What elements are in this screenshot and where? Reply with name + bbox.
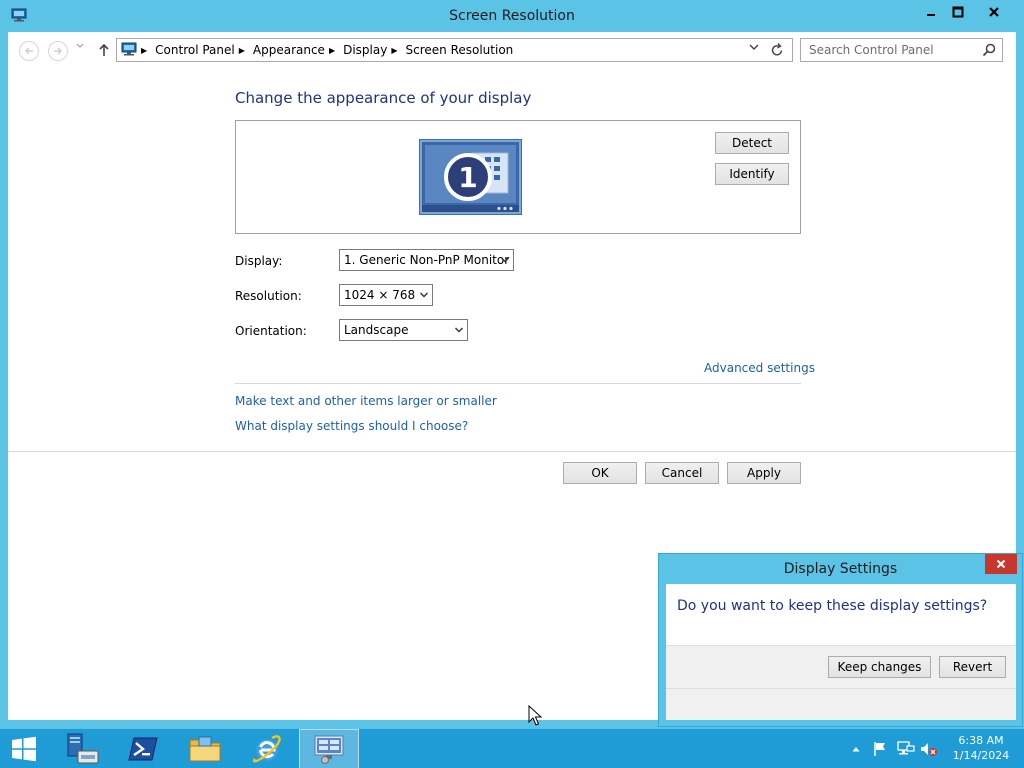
ok-button[interactable]: OK bbox=[563, 462, 637, 484]
resolution-label: Resolution: bbox=[235, 289, 302, 303]
dialog-body: Do you want to keep these display settin… bbox=[666, 584, 1016, 720]
taskbar-powershell[interactable] bbox=[113, 729, 173, 768]
display-help-link[interactable]: What display settings should I choose? bbox=[235, 419, 468, 433]
revert-button[interactable]: Revert bbox=[939, 656, 1006, 678]
breadcrumb: ▶ Control Panel ▶ Appearance ▶ Display ▶… bbox=[141, 43, 513, 57]
display-select-value: 1. Generic Non-PnP Monitor bbox=[344, 253, 510, 267]
network-icon bbox=[897, 741, 915, 755]
display-select[interactable]: 1. Generic Non-PnP Monitor bbox=[339, 249, 514, 271]
monitor-1-icon[interactable]: 1 bbox=[419, 139, 522, 215]
monitor-number: 1 bbox=[458, 161, 477, 194]
forward-button[interactable] bbox=[48, 41, 68, 61]
divider bbox=[666, 688, 1016, 689]
minimize-icon bbox=[927, 14, 935, 16]
up-button[interactable] bbox=[96, 41, 112, 59]
breadcrumb-appearance[interactable]: Appearance bbox=[253, 43, 325, 57]
page-title: Change the appearance of your display bbox=[235, 89, 532, 107]
detect-button[interactable]: Detect bbox=[715, 132, 789, 154]
taskbar-server-manager[interactable] bbox=[52, 729, 112, 768]
chevron-up-icon bbox=[852, 747, 860, 752]
powershell-icon bbox=[128, 737, 158, 761]
clock-date: 1/14/2024 bbox=[952, 749, 1010, 762]
breadcrumb-display[interactable]: Display bbox=[343, 43, 387, 57]
control-panel-icon bbox=[121, 42, 137, 56]
dropdown-icon bbox=[749, 44, 759, 50]
display-label: Display: bbox=[235, 254, 283, 268]
breadcrumb-screen-resolution[interactable]: Screen Resolution bbox=[406, 43, 514, 57]
maximize-icon bbox=[952, 6, 963, 18]
taskbar-internet-explorer[interactable] bbox=[237, 729, 297, 768]
taskbar-file-explorer[interactable] bbox=[175, 729, 235, 768]
orientation-select[interactable]: Landscape bbox=[339, 319, 468, 341]
taskbar-clock[interactable]: 6:38 AM 1/14/2024 bbox=[946, 733, 1016, 763]
address-history-button[interactable] bbox=[749, 43, 759, 54]
mouse-cursor-icon bbox=[528, 705, 542, 726]
minimize-button[interactable] bbox=[918, 1, 944, 23]
close-button[interactable] bbox=[971, 1, 1016, 23]
dialog-close-button[interactable] bbox=[985, 554, 1017, 574]
up-arrow-icon bbox=[99, 43, 109, 56]
breadcrumb-control-panel[interactable]: Control Panel bbox=[155, 43, 235, 57]
window-title: Screen Resolution bbox=[449, 8, 575, 24]
maximize-button[interactable] bbox=[944, 1, 971, 23]
volume-button[interactable] bbox=[920, 729, 938, 768]
breadcrumb-separator-icon[interactable]: ▶ bbox=[329, 46, 335, 55]
search-box[interactable]: Search Control Panel bbox=[800, 38, 1003, 62]
refresh-icon bbox=[771, 43, 783, 56]
breadcrumb-separator-icon[interactable]: ▶ bbox=[239, 46, 245, 55]
monitor-arrangement-panel: 1 Detect Identify bbox=[235, 120, 801, 234]
taskbar: 6:38 AM 1/14/2024 bbox=[0, 728, 1024, 768]
orientation-select-value: Landscape bbox=[344, 323, 409, 337]
back-button[interactable] bbox=[19, 41, 39, 61]
show-hidden-icons-button[interactable] bbox=[852, 729, 860, 768]
clock-time: 6:38 AM bbox=[958, 734, 1004, 747]
apply-button[interactable]: Apply bbox=[727, 462, 801, 484]
forward-arrow-icon bbox=[54, 47, 63, 55]
close-icon bbox=[988, 7, 999, 17]
search-icon[interactable] bbox=[981, 42, 997, 58]
flag-icon bbox=[874, 742, 885, 756]
resolution-select[interactable]: 1024 × 768 bbox=[339, 284, 433, 306]
file-explorer-icon bbox=[189, 736, 221, 762]
close-icon bbox=[996, 559, 1006, 569]
dialog-message: Do you want to keep these display settin… bbox=[677, 598, 988, 614]
dialog-title: Display Settings bbox=[783, 561, 898, 577]
identify-button[interactable]: Identify bbox=[715, 163, 789, 185]
navigation-bar: ▶ Control Panel ▶ Appearance ▶ Display ▶… bbox=[8, 32, 1016, 68]
start-button[interactable] bbox=[0, 729, 48, 768]
refresh-button[interactable] bbox=[770, 42, 784, 58]
divider bbox=[8, 451, 1016, 452]
divider bbox=[235, 383, 801, 384]
display-settings-dialog: Display Settings Do you want to keep the… bbox=[658, 553, 1023, 727]
title-bar[interactable]: Screen Resolution bbox=[0, 0, 1024, 32]
start-icon bbox=[12, 736, 36, 762]
internet-explorer-icon bbox=[252, 735, 281, 763]
advanced-settings-link[interactable]: Advanced settings bbox=[704, 361, 815, 375]
action-center-button[interactable] bbox=[872, 729, 888, 768]
speaker-muted-icon bbox=[921, 743, 937, 756]
display-settings-icon bbox=[314, 735, 344, 764]
chevron-down-icon bbox=[501, 257, 509, 263]
keep-changes-button[interactable]: Keep changes bbox=[828, 656, 931, 678]
chevron-down-icon bbox=[76, 43, 84, 48]
breadcrumb-separator-icon[interactable]: ▶ bbox=[141, 46, 147, 55]
chevron-down-icon bbox=[420, 292, 428, 298]
back-arrow-icon bbox=[24, 47, 33, 55]
taskbar-display-settings[interactable] bbox=[299, 729, 359, 768]
recent-locations-button[interactable] bbox=[76, 42, 84, 51]
network-status-button[interactable] bbox=[897, 729, 915, 768]
cancel-button[interactable]: Cancel bbox=[645, 462, 719, 484]
search-input[interactable]: Search Control Panel bbox=[809, 43, 934, 57]
chevron-down-icon bbox=[455, 327, 463, 333]
text-size-link[interactable]: Make text and other items larger or smal… bbox=[235, 394, 497, 408]
resolution-select-value: 1024 × 768 bbox=[344, 288, 416, 302]
breadcrumb-separator-icon[interactable]: ▶ bbox=[391, 46, 397, 55]
orientation-label: Orientation: bbox=[235, 324, 307, 338]
server-manager-icon bbox=[67, 733, 99, 764]
address-bar[interactable]: ▶ Control Panel ▶ Appearance ▶ Display ▶… bbox=[116, 38, 793, 62]
dialog-footer: Keep changes Revert bbox=[666, 645, 1016, 720]
